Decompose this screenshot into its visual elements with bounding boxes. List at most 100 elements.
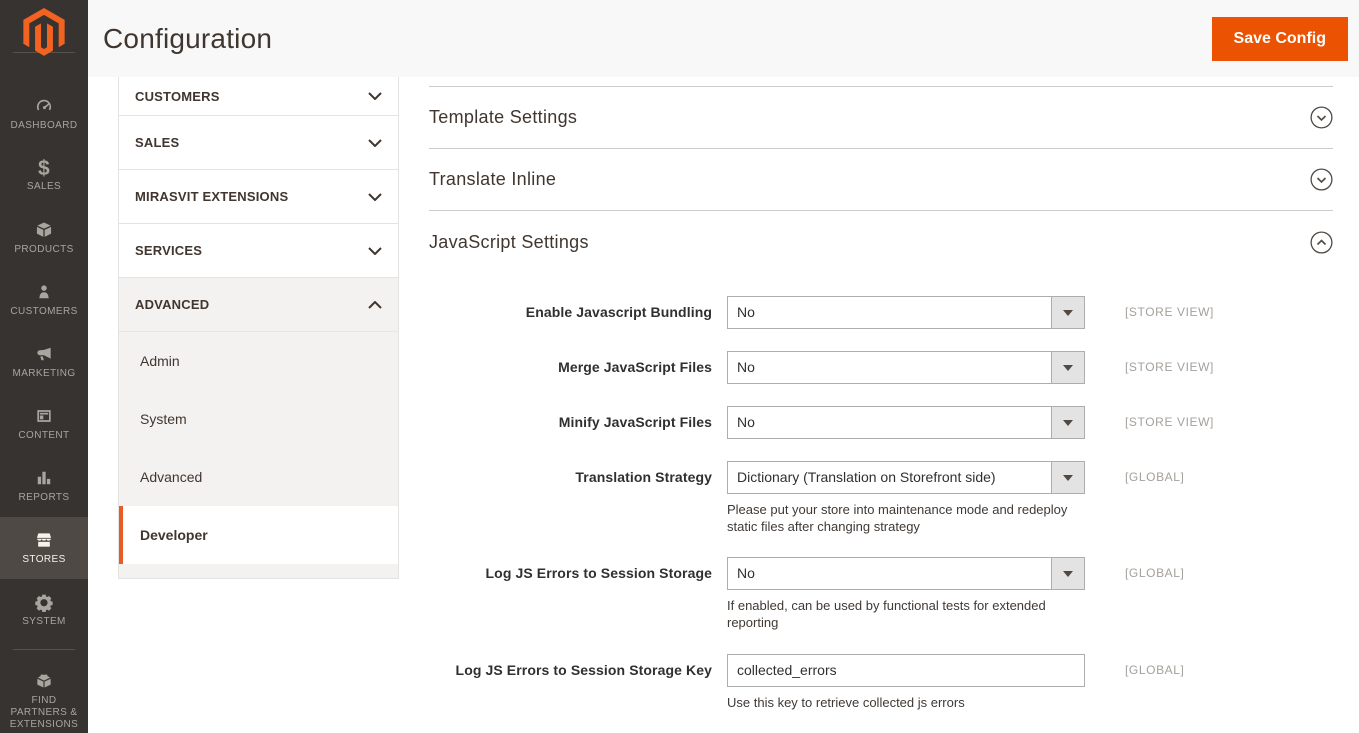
enable-js-bundling-select[interactable]: No	[727, 296, 1085, 329]
page-header: Configuration Save Config	[88, 0, 1359, 77]
select-value: No	[737, 414, 755, 430]
sidebar-item-label: STORES	[22, 554, 66, 565]
form-row-translation-strategy: Translation Strategy Dictionary (Transla…	[429, 461, 1333, 535]
translation-strategy-select[interactable]: Dictionary (Translation on Storefront si…	[727, 461, 1085, 494]
chevron-down-icon	[368, 138, 382, 147]
dashboard-icon	[36, 99, 52, 111]
collapse-chevron-down-icon	[1310, 106, 1333, 129]
products-icon	[36, 222, 52, 237]
config-content: Template Settings Translate Inline JavaS…	[429, 77, 1333, 733]
section-title: Template Settings	[429, 107, 578, 127]
nav-group-label: CUSTOMERS	[135, 88, 220, 104]
form-row-minify-js-files: Minify JavaScript Files No [STORE VIEW]	[429, 406, 1333, 439]
section-title: Translate Inline	[429, 169, 557, 189]
form-row-enable-js-bundling: Enable Javascript Bundling No [STORE VIE…	[429, 296, 1333, 329]
scope-label: [STORE VIEW]	[1125, 360, 1214, 374]
sidebar-item-system[interactable]: SYSTEM	[0, 579, 88, 641]
content-icon	[37, 410, 51, 422]
form-row-log-js-errors-key: Log JS Errors to Session Storage Key Use…	[429, 653, 1333, 712]
nav-group-mirasvit-extensions[interactable]: MIRASVIT EXTENSIONS	[119, 170, 398, 224]
sidebar-item-label: CONTENT	[18, 430, 70, 441]
sidebar-item-label: CUSTOMERS	[10, 306, 78, 317]
sidebar-item-dashboard[interactable]: DASHBOARD	[0, 83, 88, 145]
session-storage-key-input[interactable]	[727, 653, 1085, 687]
chevron-down-icon	[368, 192, 382, 201]
field-label: Log JS Errors to Session Storage	[485, 565, 712, 582]
log-js-errors-select[interactable]: No	[727, 557, 1085, 591]
page-title: Configuration	[103, 22, 273, 54]
section-title: JavaScript Settings	[429, 231, 589, 252]
nav-group-label: MIRASVIT EXTENSIONS	[135, 189, 289, 204]
field-note: Use this key to retrieve collected js er…	[727, 694, 965, 710]
customers-icon	[39, 285, 49, 299]
select-value: No	[737, 304, 755, 320]
dropdown-arrow-icon[interactable]	[1051, 297, 1084, 328]
sidebar-item-reports[interactable]: REPORTS	[0, 455, 88, 517]
magento-logo[interactable]	[0, 0, 88, 56]
nav-item-label: Developer	[140, 527, 208, 543]
sidebar-item-content[interactable]: CONTENT	[0, 393, 88, 455]
field-note: Please put your store into maintenance m…	[727, 502, 1068, 534]
admin-sidebar: DASHBOARD $ SALES PRODUCTS CUSTOMERS MAR…	[0, 0, 88, 733]
nav-group-services[interactable]: SERVICES	[119, 224, 398, 278]
nav-item-label: Advanced	[140, 469, 203, 485]
nav-group-advanced[interactable]: ADVANCED	[119, 278, 398, 332]
section-javascript-settings[interactable]: JavaScript Settings	[429, 211, 1333, 273]
nav-item-admin[interactable]: Admin	[119, 332, 398, 390]
sidebar-item-label: SALES	[26, 180, 62, 192]
sidebar-item-sales[interactable]: $ SALES	[0, 145, 88, 207]
reports-icon	[37, 471, 51, 485]
nav-item-developer[interactable]: Developer	[119, 506, 398, 564]
scope-label: [STORE VIEW]	[1125, 415, 1214, 429]
sidebar-item-label: PRODUCTS	[14, 244, 74, 255]
select-value: No	[737, 565, 755, 582]
field-label: Merge JavaScript Files	[558, 359, 712, 375]
sidebar-item-label: MARKETING	[12, 368, 76, 379]
scope-label: [GLOBAL]	[1125, 662, 1185, 677]
nav-group-sales[interactable]: SALES	[119, 116, 398, 170]
sidebar-item-marketing[interactable]: MARKETING	[0, 331, 88, 393]
config-section-nav: CUSTOMERS SALES MIRASVIT EXTENSIONS SERV…	[118, 77, 399, 579]
marketing-icon	[37, 347, 51, 361]
field-label: Minify JavaScript Files	[558, 414, 712, 430]
field-label: Log JS Errors to Session Storage Key	[455, 661, 712, 678]
dropdown-arrow-icon[interactable]	[1051, 407, 1084, 438]
dropdown-arrow-icon[interactable]	[1051, 462, 1084, 493]
nav-group-label: ADVANCED	[135, 297, 210, 312]
chevron-up-icon	[368, 300, 382, 309]
sidebar-item-label: FIND PARTNERS & EXTENSIONS	[9, 695, 79, 730]
magento-logo-icon	[23, 8, 65, 56]
nav-group-label: SALES	[135, 135, 180, 150]
nav-item-system[interactable]: System	[119, 390, 398, 448]
chevron-down-icon	[368, 246, 382, 255]
minify-js-files-select[interactable]: No	[727, 406, 1085, 439]
chevron-down-icon	[368, 92, 382, 100]
sidebar-item-label: DASHBOARD	[10, 120, 78, 131]
select-value: No	[737, 359, 755, 375]
sales-icon: $	[37, 156, 51, 180]
merge-js-files-select[interactable]: No	[727, 351, 1085, 384]
sidebar-item-products[interactable]: PRODUCTS	[0, 207, 88, 269]
section-template-settings[interactable]: Template Settings	[429, 87, 1333, 149]
stores-icon	[36, 533, 52, 547]
save-config-button[interactable]: Save Config	[1211, 17, 1348, 61]
field-label: Enable Javascript Bundling	[525, 304, 712, 320]
section-translate-inline[interactable]: Translate Inline	[429, 149, 1333, 211]
nav-item-advanced[interactable]: Advanced	[119, 448, 398, 506]
sidebar-item-customers[interactable]: CUSTOMERS	[0, 269, 88, 331]
sidebar-menu: DASHBOARD $ SALES PRODUCTS CUSTOMERS MAR…	[0, 83, 88, 733]
dropdown-arrow-icon[interactable]	[1051, 352, 1084, 383]
form-row-merge-js-files: Merge JavaScript Files No [STORE VIEW]	[429, 351, 1333, 384]
sidebar-divider	[13, 649, 75, 650]
nav-group-customers[interactable]: CUSTOMERS	[119, 77, 398, 116]
dropdown-arrow-icon[interactable]	[1051, 558, 1084, 590]
scope-label: [GLOBAL]	[1125, 470, 1185, 484]
scope-label: [GLOBAL]	[1125, 566, 1185, 581]
nav-item-label: Admin	[140, 353, 180, 369]
select-value: Dictionary (Translation on Storefront si…	[737, 469, 996, 485]
sidebar-item-stores[interactable]: STORES	[0, 517, 88, 579]
javascript-settings-form: Enable Javascript Bundling No [STORE VIE…	[429, 273, 1333, 711]
nav-item-label: System	[140, 411, 187, 427]
sidebar-item-find-partners[interactable]: FIND PARTNERS & EXTENSIONS	[0, 662, 88, 733]
collapse-chevron-down-icon	[1310, 168, 1333, 191]
